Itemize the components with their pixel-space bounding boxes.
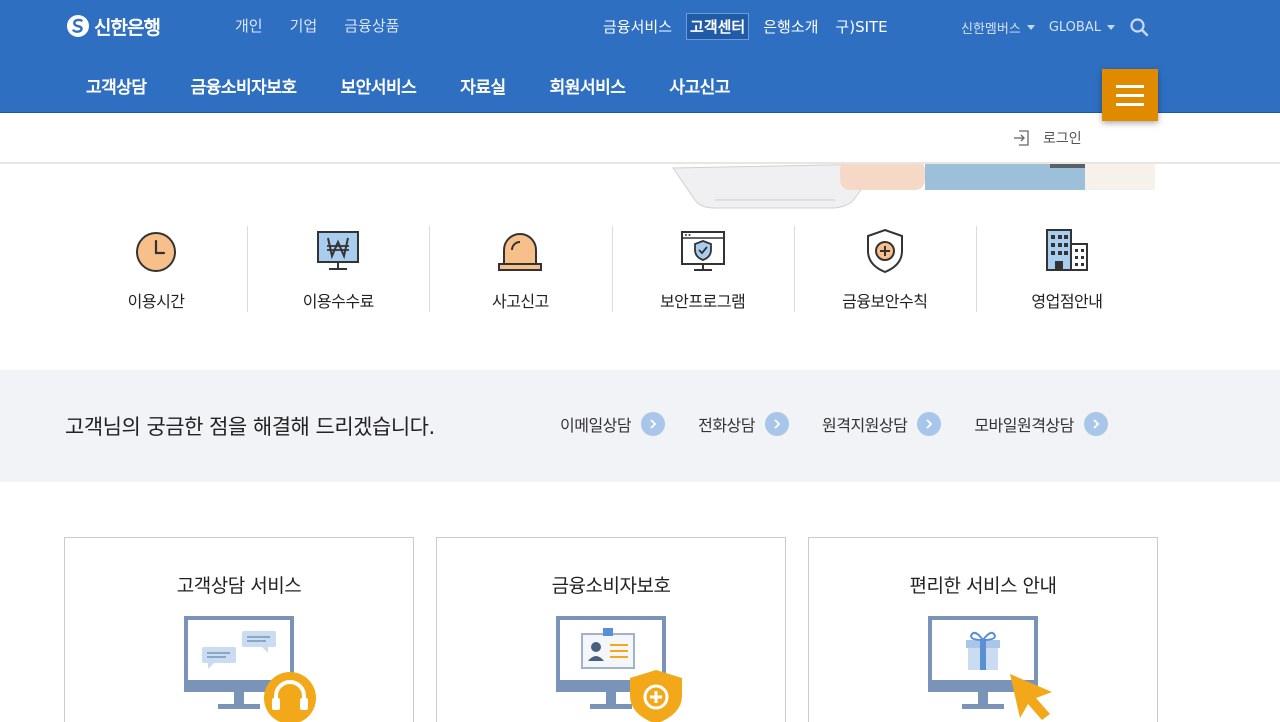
id-card-shield-monitor-icon: [556, 616, 682, 722]
consult-link-phone[interactable]: 전화상담: [698, 412, 789, 436]
consult-link-remote[interactable]: 원격지원상담: [822, 412, 942, 436]
card-title: 편리한 서비스 안내: [909, 575, 1057, 597]
quick-link-security-program[interactable]: 보안프로그램: [611, 226, 794, 312]
security-monitor-icon: [680, 231, 725, 271]
chevron-down-icon: [1106, 24, 1115, 30]
segment-nav: 개인 기업 금융상품: [235, 15, 399, 36]
chevron-down-icon: [1026, 24, 1035, 30]
gift-cursor-monitor-icon: [928, 616, 1052, 720]
menu-button[interactable]: [1102, 69, 1158, 121]
consult-link-mobile-remote[interactable]: 모바일원격상담: [974, 412, 1108, 436]
global-label: GLOBAL: [1048, 19, 1101, 35]
quick-link-label: 이용시간: [127, 292, 185, 311]
members-dropdown[interactable]: 신한멤버스: [961, 18, 1035, 37]
won-monitor-icon: [317, 231, 360, 270]
quick-link-label: 영업점안내: [1031, 292, 1103, 311]
consult-link-email[interactable]: 이메일상담: [560, 412, 666, 436]
utility-nav: 금융서비스 고객센터 은행소개 구)SITE: [600, 13, 891, 40]
consult-link-label: 이메일상담: [560, 416, 632, 435]
chevron-right-icon: [1083, 412, 1108, 436]
nav-customer-center[interactable]: 고객센터: [686, 13, 750, 40]
nav-financial-services[interactable]: 금융서비스: [600, 14, 675, 39]
chevron-right-icon: [917, 412, 942, 436]
building-icon: [1045, 229, 1088, 271]
search-icon[interactable]: [1129, 17, 1149, 37]
hamburger-line: [1116, 93, 1144, 97]
site-header: 신한은행 개인 기업 금융상품 금융서비스 고객센터 은행소개 구)SITE 신…: [0, 0, 1280, 113]
nav-bank-intro[interactable]: 은행소개: [760, 14, 821, 39]
clock-icon: [136, 232, 177, 272]
top-right-tools: 신한멤버스 GLOBAL: [961, 17, 1149, 37]
nav-old-site[interactable]: 구)SITE: [832, 14, 890, 39]
main-nav-security[interactable]: 보안서비스: [341, 73, 417, 98]
sub-bar: 로그인: [0, 113, 1280, 164]
quick-link-hours[interactable]: 이용시간: [65, 226, 247, 312]
consult-band: 고객님의 궁금한 점을 해결해 드리겠습니다. 이메일상담 전화상담 원격지원상…: [0, 370, 1280, 482]
quick-link-security-rules[interactable]: 금융보안수칙: [793, 226, 976, 312]
card-title: 고객상담 서비스: [176, 575, 302, 597]
quick-link-fees[interactable]: 이용수수료: [247, 226, 429, 312]
shinhan-logo-icon: [67, 15, 89, 37]
service-card-consult[interactable]: 고객상담 서비스: [64, 537, 414, 722]
login-label: 로그인: [1043, 131, 1082, 147]
consult-links: 이메일상담 전화상담 원격지원상담 모바일원격상담: [560, 412, 1108, 436]
shinhan-bank-logo[interactable]: 신한은행: [66, 12, 161, 40]
card-title: 금융소비자보호: [551, 575, 671, 597]
nav-personal[interactable]: 개인: [235, 15, 263, 36]
logo-text: 신한은행: [94, 16, 161, 39]
main-nav-member[interactable]: 회원서비스: [550, 73, 626, 98]
members-label: 신한멤버스: [961, 21, 1021, 37]
consult-link-label: 원격지원상담: [822, 416, 908, 435]
headset-monitor-icon: [184, 616, 316, 722]
consult-link-label: 모바일원격상담: [974, 416, 1074, 435]
service-card-convenient-services[interactable]: 편리한 서비스 안내: [808, 537, 1158, 722]
main-nav: 고객상담 금융소비자보호 보안서비스 자료실 회원서비스 사고신고: [86, 73, 730, 98]
alarm-bell-icon: [498, 233, 543, 271]
global-dropdown[interactable]: GLOBAL: [1049, 20, 1115, 35]
main-nav-consult[interactable]: 고객상담: [86, 73, 147, 98]
nav-corporate[interactable]: 기업: [290, 15, 318, 36]
main-nav-accident-report[interactable]: 사고신고: [669, 73, 730, 98]
nav-financial-products[interactable]: 금융상품: [344, 15, 399, 36]
consult-headline: 고객님의 궁금한 점을 해결해 드리겠습니다.: [65, 415, 435, 439]
chevron-right-icon: [641, 412, 666, 436]
quick-link-branches[interactable]: 영업점안내: [975, 226, 1158, 312]
main-nav-resources[interactable]: 자료실: [460, 73, 506, 98]
service-card-consumer-protection[interactable]: 금융소비자보호: [436, 537, 786, 722]
chevron-right-icon: [765, 412, 789, 436]
quick-link-accident[interactable]: 사고신고: [429, 226, 611, 312]
hamburger-line: [1116, 102, 1144, 106]
main-nav-consumer-protection[interactable]: 금융소비자보호: [191, 73, 297, 98]
quick-link-label: 사고신고: [491, 292, 549, 311]
login-icon: [1014, 130, 1029, 146]
quick-links: 이용시간 이용수수료 사고신고 보안프로그램 금융보안수칙 영업점안내: [65, 226, 1158, 312]
quick-link-label: 금융보안수칙: [842, 292, 928, 311]
hamburger-line: [1116, 84, 1144, 88]
quick-link-label: 이용수수료: [302, 292, 375, 311]
consult-link-label: 전화상담: [698, 416, 755, 435]
shield-plus-icon: [866, 228, 903, 274]
quick-link-label: 보안프로그램: [659, 292, 746, 311]
login-link[interactable]: 로그인: [1013, 128, 1082, 148]
